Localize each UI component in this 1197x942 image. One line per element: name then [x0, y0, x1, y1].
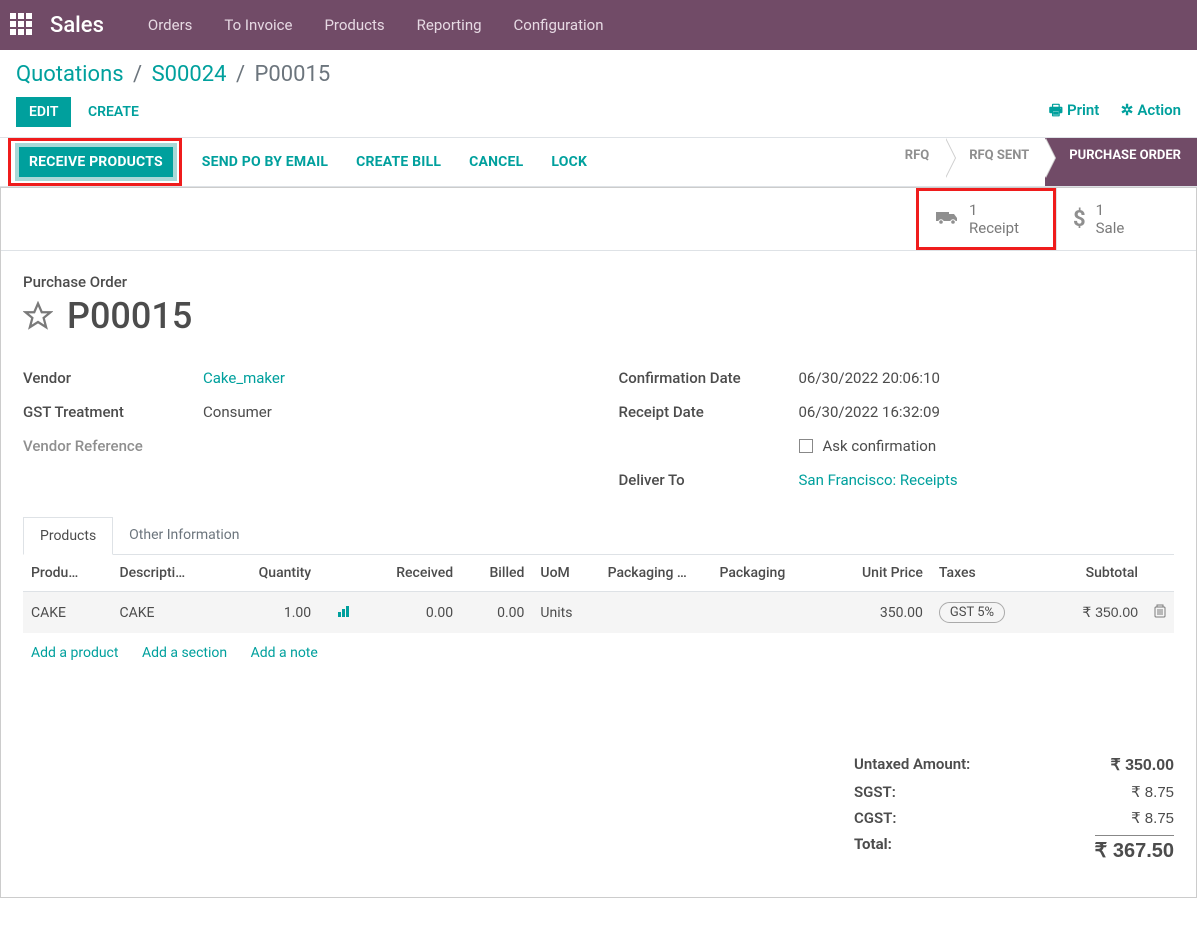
highlight-receive-products: RECEIVE PRODUCTS	[8, 138, 182, 186]
untaxed-value: ₹ 350.00	[1110, 755, 1174, 775]
conf-date-value: 06/30/2022 20:06:10	[799, 369, 940, 387]
tabs: Products Other Information	[23, 517, 1174, 555]
receipt-count: 1	[969, 201, 1019, 219]
ask-confirmation-checkbox[interactable]	[799, 439, 813, 453]
add-note-link[interactable]: Add a note	[251, 645, 318, 661]
apps-grid-icon[interactable]	[10, 13, 34, 37]
th-unit-price: Unit Price	[823, 555, 931, 592]
gear-icon: ✲	[1121, 101, 1134, 119]
cell-pkg	[711, 592, 823, 634]
send-po-email-button[interactable]: SEND PO BY EMAIL	[188, 142, 342, 182]
breadcrumb-root[interactable]: Quotations	[16, 62, 124, 87]
sale-label: Sale	[1096, 219, 1125, 237]
cell-pkg-qty	[600, 592, 712, 634]
cgst-label: CGST:	[854, 809, 897, 827]
create-bill-button[interactable]: CREATE BILL	[342, 142, 455, 182]
edit-button[interactable]: EDIT	[16, 97, 71, 127]
receipt-date-label: Receipt Date	[619, 403, 799, 421]
breadcrumb-parent[interactable]: S00024	[152, 62, 227, 87]
status-arrows: RFQ RFQ SENT PURCHASE ORDER	[881, 138, 1197, 186]
status-rfq[interactable]: RFQ	[881, 138, 945, 186]
create-button[interactable]: CREATE	[75, 97, 152, 127]
th-billed: Billed	[461, 555, 532, 592]
total-value: ₹ 367.50	[1095, 835, 1174, 863]
totals-block: Untaxed Amount: ₹ 350.00 SGST: ₹ 8.75 CGST…	[854, 751, 1174, 887]
forecast-chart-icon[interactable]	[337, 605, 351, 621]
print-icon: 🖶	[1049, 101, 1063, 119]
cell-subtotal: ₹ 350.00	[1046, 592, 1146, 634]
untaxed-label: Untaxed Amount:	[854, 755, 970, 775]
nav-products[interactable]: Products	[308, 16, 400, 34]
cell-billed: 0.00	[461, 592, 532, 634]
sale-stat-button[interactable]: $ 1 Sale	[1056, 188, 1196, 250]
nav-configuration[interactable]: Configuration	[498, 16, 620, 34]
app-title[interactable]: Sales	[50, 13, 104, 38]
add-section-link[interactable]: Add a section	[142, 645, 227, 661]
nav-orders[interactable]: Orders	[132, 16, 209, 34]
gst-label: GST Treatment	[23, 403, 203, 421]
deliver-to-value[interactable]: San Francisco: Receipts	[799, 471, 958, 489]
th-taxes: Taxes	[931, 555, 1046, 592]
cell-received: 0.00	[359, 592, 461, 634]
cell-qty: 1.00	[223, 592, 319, 634]
ask-confirmation-label: Ask confirmation	[823, 437, 937, 455]
th-pkg-qty: Packaging …	[600, 555, 712, 592]
receive-products-button[interactable]: RECEIVE PRODUCTS	[15, 143, 177, 181]
po-small-label: Purchase Order	[23, 273, 1174, 291]
cancel-button[interactable]: CANCEL	[455, 142, 537, 182]
cell-tax[interactable]: GST 5%	[939, 602, 1005, 623]
cgst-value: ₹ 8.75	[1131, 809, 1174, 827]
cell-unit-price: 350.00	[823, 592, 931, 634]
nav-to-invoice[interactable]: To Invoice	[208, 16, 308, 34]
cell-product: CAKE	[23, 592, 111, 634]
nav-reporting[interactable]: Reporting	[401, 16, 498, 34]
po-name: P00015	[67, 295, 192, 337]
th-qty: Quantity	[223, 555, 319, 592]
top-nav: Sales Orders To Invoice Products Reporti…	[0, 0, 1197, 50]
breadcrumb-current: P00015	[255, 62, 331, 87]
status-purchase-order[interactable]: PURCHASE ORDER	[1045, 138, 1197, 186]
gst-value: Consumer	[203, 403, 272, 421]
th-desc: Descripti…	[111, 555, 223, 592]
truck-icon	[935, 207, 959, 232]
vendor-value[interactable]: Cake_maker	[203, 369, 285, 387]
print-button[interactable]: 🖶Print	[1049, 101, 1100, 119]
tab-products[interactable]: Products	[23, 517, 113, 555]
stat-button-box: 1 Receipt $ 1 Sale	[1, 188, 1196, 251]
control-panel: Quotations / S00024 / P00015 EDIT CREATE…	[0, 50, 1197, 137]
lock-button[interactable]: LOCK	[537, 142, 601, 182]
form-sheet: 1 Receipt $ 1 Sale Purchase Order P00015	[0, 187, 1197, 898]
dollar-icon: $	[1073, 207, 1086, 232]
th-product: Produ…	[23, 555, 111, 592]
vendor-ref-label: Vendor Reference	[23, 437, 203, 455]
add-product-link[interactable]: Add a product	[31, 645, 118, 661]
cell-desc: CAKE	[111, 592, 223, 634]
conf-date-label: Confirmation Date	[619, 369, 799, 387]
th-uom: UoM	[532, 555, 599, 592]
receipt-label: Receipt	[969, 219, 1019, 237]
tab-other-info[interactable]: Other Information	[113, 517, 255, 554]
star-icon[interactable]	[23, 301, 53, 331]
deliver-to-label: Deliver To	[619, 471, 799, 489]
th-received: Received	[359, 555, 461, 592]
sale-count: 1	[1096, 201, 1125, 219]
action-button[interactable]: ✲Action	[1121, 101, 1181, 119]
receipt-stat-button[interactable]: 1 Receipt	[916, 188, 1056, 250]
total-label: Total:	[854, 835, 892, 863]
status-rfq-sent[interactable]: RFQ SENT	[945, 138, 1045, 186]
receipt-date-value: 06/30/2022 16:32:09	[799, 403, 940, 421]
th-subtotal: Subtotal	[1046, 555, 1146, 592]
breadcrumb: Quotations / S00024 / P00015	[16, 62, 1181, 87]
vendor-label: Vendor	[23, 369, 203, 387]
sgst-label: SGST:	[854, 783, 896, 801]
cell-uom: Units	[532, 592, 599, 634]
order-line-row[interactable]: CAKE CAKE 1.00 0.00 0.00 Units 350.00 GS…	[23, 592, 1174, 634]
th-pkg: Packaging	[711, 555, 823, 592]
delete-line-icon[interactable]	[1154, 606, 1166, 622]
statusbar: RECEIVE PRODUCTS SEND PO BY EMAIL CREATE…	[0, 137, 1197, 187]
order-lines-table: Produ… Descripti… Quantity Received Bill…	[23, 555, 1174, 671]
sgst-value: ₹ 8.75	[1131, 783, 1174, 801]
